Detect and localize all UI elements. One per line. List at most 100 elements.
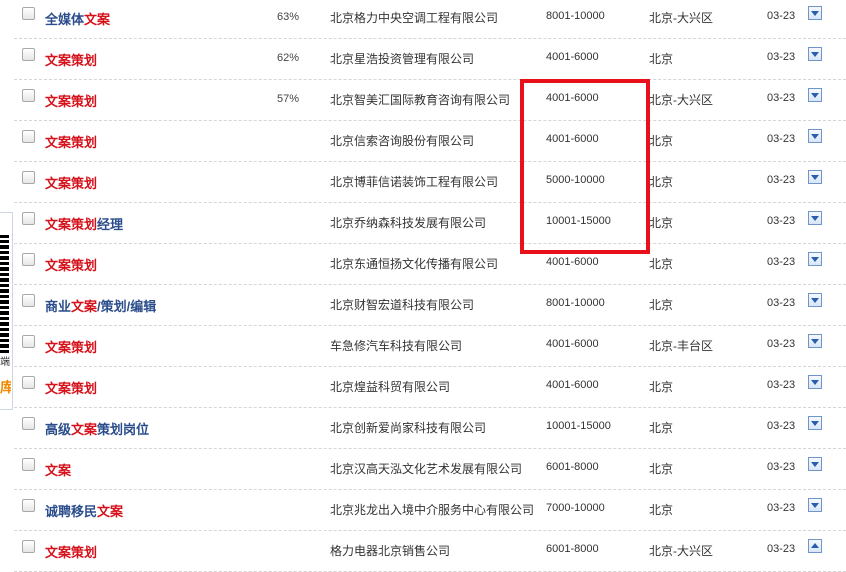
salary-range: 4001-6000 [546,92,599,104]
salary-range: 5000-10000 [546,174,605,186]
job-title-part: 文案策划 [45,94,98,109]
side-qr-panel[interactable]: 端 库 [0,212,13,410]
side-panel-label: 库 [0,377,11,397]
select-checkbox[interactable] [22,335,35,348]
job-row: 高级文案策划岗位 北京创新爱尚家科技有限公司 10001-15000 北京 03-23 [14,408,846,449]
job-title-link[interactable]: 文案策划 [45,378,97,397]
job-location: 北京-大兴区 [649,93,713,107]
expand-arrow-icon[interactable] [808,47,822,61]
job-title-part: 文案策划 [45,258,98,273]
expand-arrow-icon[interactable] [808,498,822,512]
job-title-part: 文案策划 [45,53,98,68]
job-title-link[interactable]: 诚聘移民文案 [45,501,123,520]
job-row: 文案策划 57% 北京智美汇国际教育咨询有限公司 4001-6000 北京-大兴区 03-… [14,80,846,121]
job-title-link[interactable]: 文案策划 [45,255,97,274]
company-link[interactable]: 北京博菲信诺装饰工程有限公司 [330,173,498,190]
expand-arrow-icon[interactable] [808,334,822,348]
expand-arrow-icon[interactable] [808,375,822,389]
select-checkbox[interactable] [22,89,35,102]
expand-arrow-icon[interactable] [808,416,822,430]
post-date: 03-23 [767,379,796,391]
job-title-part: 文案策划 [45,381,98,396]
company-link[interactable]: 北京信索咨询股份有限公司 [330,132,474,149]
expand-arrow-icon[interactable] [808,129,822,143]
job-row: 文案策划 车急修汽车科技有限公司 4001-6000 北京-丰台区 03-23 [14,326,846,367]
job-location: 北京 [649,134,674,148]
job-title-part: 文案 [71,299,98,314]
job-title-link[interactable]: 文案策划 [45,337,97,356]
select-checkbox[interactable] [22,417,35,430]
collapse-arrow-icon[interactable] [808,539,822,553]
job-title-part: 文案 [71,422,98,437]
job-location: 北京-大兴区 [649,544,713,558]
job-location: 北京 [649,257,674,271]
post-date: 03-23 [767,420,796,432]
job-location: 北京 [649,462,674,476]
post-date: 03-23 [767,133,796,145]
expand-arrow-icon[interactable] [808,457,822,471]
select-checkbox[interactable] [22,7,35,20]
company-link[interactable]: 格力电器北京销售公司 [330,542,450,559]
select-checkbox[interactable] [22,48,35,61]
company-link[interactable]: 北京星浩投资管理有限公司 [330,50,474,67]
company-link[interactable]: 北京格力中央空调工程有限公司 [330,9,498,26]
company-link[interactable]: 北京财智宏道科技有限公司 [330,296,474,313]
company-link[interactable]: 北京汉高天泓文化艺术发展有限公司 [330,460,522,477]
expand-arrow-icon[interactable] [808,170,822,184]
select-checkbox[interactable] [22,130,35,143]
job-title-link[interactable]: 文案 [45,460,71,479]
select-checkbox[interactable] [22,376,35,389]
post-date: 03-23 [767,51,796,63]
job-title-part: 高级 [45,422,72,437]
job-title-link[interactable]: 文案策划 [45,542,97,561]
company-link[interactable]: 北京东通恒扬文化传播有限公司 [330,255,498,272]
job-row: 诚聘移民文案 北京兆龙出入境中介服务中心有限公司 7000-10000 北京 03-23 [14,490,846,531]
select-checkbox[interactable] [22,540,35,553]
job-title-part: 文案策划 [45,135,98,150]
company-link[interactable]: 北京智美汇国际教育咨询有限公司 [330,91,510,108]
job-title-part: 文案策划 [45,217,98,232]
select-checkbox[interactable] [22,499,35,512]
salary-range: 6001-8000 [546,543,599,555]
job-location: 北京 [649,175,674,189]
select-checkbox[interactable] [22,253,35,266]
expand-arrow-icon[interactable] [808,6,822,20]
company-link[interactable]: 北京乔纳森科技发展有限公司 [330,214,486,231]
qr-code-icon [0,235,9,353]
job-title-link[interactable]: 文案策划经理 [45,214,123,233]
select-checkbox[interactable] [22,171,35,184]
post-date: 03-23 [767,461,796,473]
job-title-link[interactable]: 高级文案策划岗位 [45,419,149,438]
job-location: 北京 [649,52,674,66]
salary-range: 4001-6000 [546,379,599,391]
job-row: 文案策划经理 北京乔纳森科技发展有限公司 10001-15000 北京 03-23 [14,203,846,244]
company-link[interactable]: 车急修汽车科技有限公司 [330,337,462,354]
job-row: 文案策划 62% 北京星浩投资管理有限公司 4001-6000 北京 03-23 [14,39,846,80]
expand-arrow-icon[interactable] [808,211,822,225]
company-link[interactable]: 北京煌益科贸有限公司 [330,378,450,395]
job-title-part: 文案 [97,504,124,519]
job-title-link[interactable]: 全媒体文案 [45,9,110,28]
job-title-part: 文案 [84,12,111,27]
job-row: 全媒体文案 63% 北京格力中央空调工程有限公司 8001-10000 北京-大兴区 03… [14,0,846,39]
job-location: 北京-大兴区 [649,11,713,25]
job-title-link[interactable]: 商业文案/策划/编辑 [45,296,156,315]
select-checkbox[interactable] [22,294,35,307]
expand-arrow-icon[interactable] [808,293,822,307]
post-date: 03-23 [767,297,796,309]
job-title-link[interactable]: 文案策划 [45,50,97,69]
company-link[interactable]: 北京兆龙出入境中介服务中心有限公司 [330,501,534,518]
job-title-link[interactable]: 文案策划 [45,173,97,192]
expand-arrow-icon[interactable] [808,252,822,266]
select-checkbox[interactable] [22,458,35,471]
expand-arrow-icon[interactable] [808,88,822,102]
post-date: 03-23 [767,10,796,22]
job-title-part: 文案策划 [45,340,98,355]
select-checkbox[interactable] [22,212,35,225]
match-percent: 63% [277,11,300,23]
company-link[interactable]: 北京创新爱尚家科技有限公司 [330,419,486,436]
match-percent: 62% [277,52,300,64]
job-title-link[interactable]: 文案策划 [45,132,97,151]
post-date: 03-23 [767,338,796,350]
job-title-link[interactable]: 文案策划 [45,91,97,110]
